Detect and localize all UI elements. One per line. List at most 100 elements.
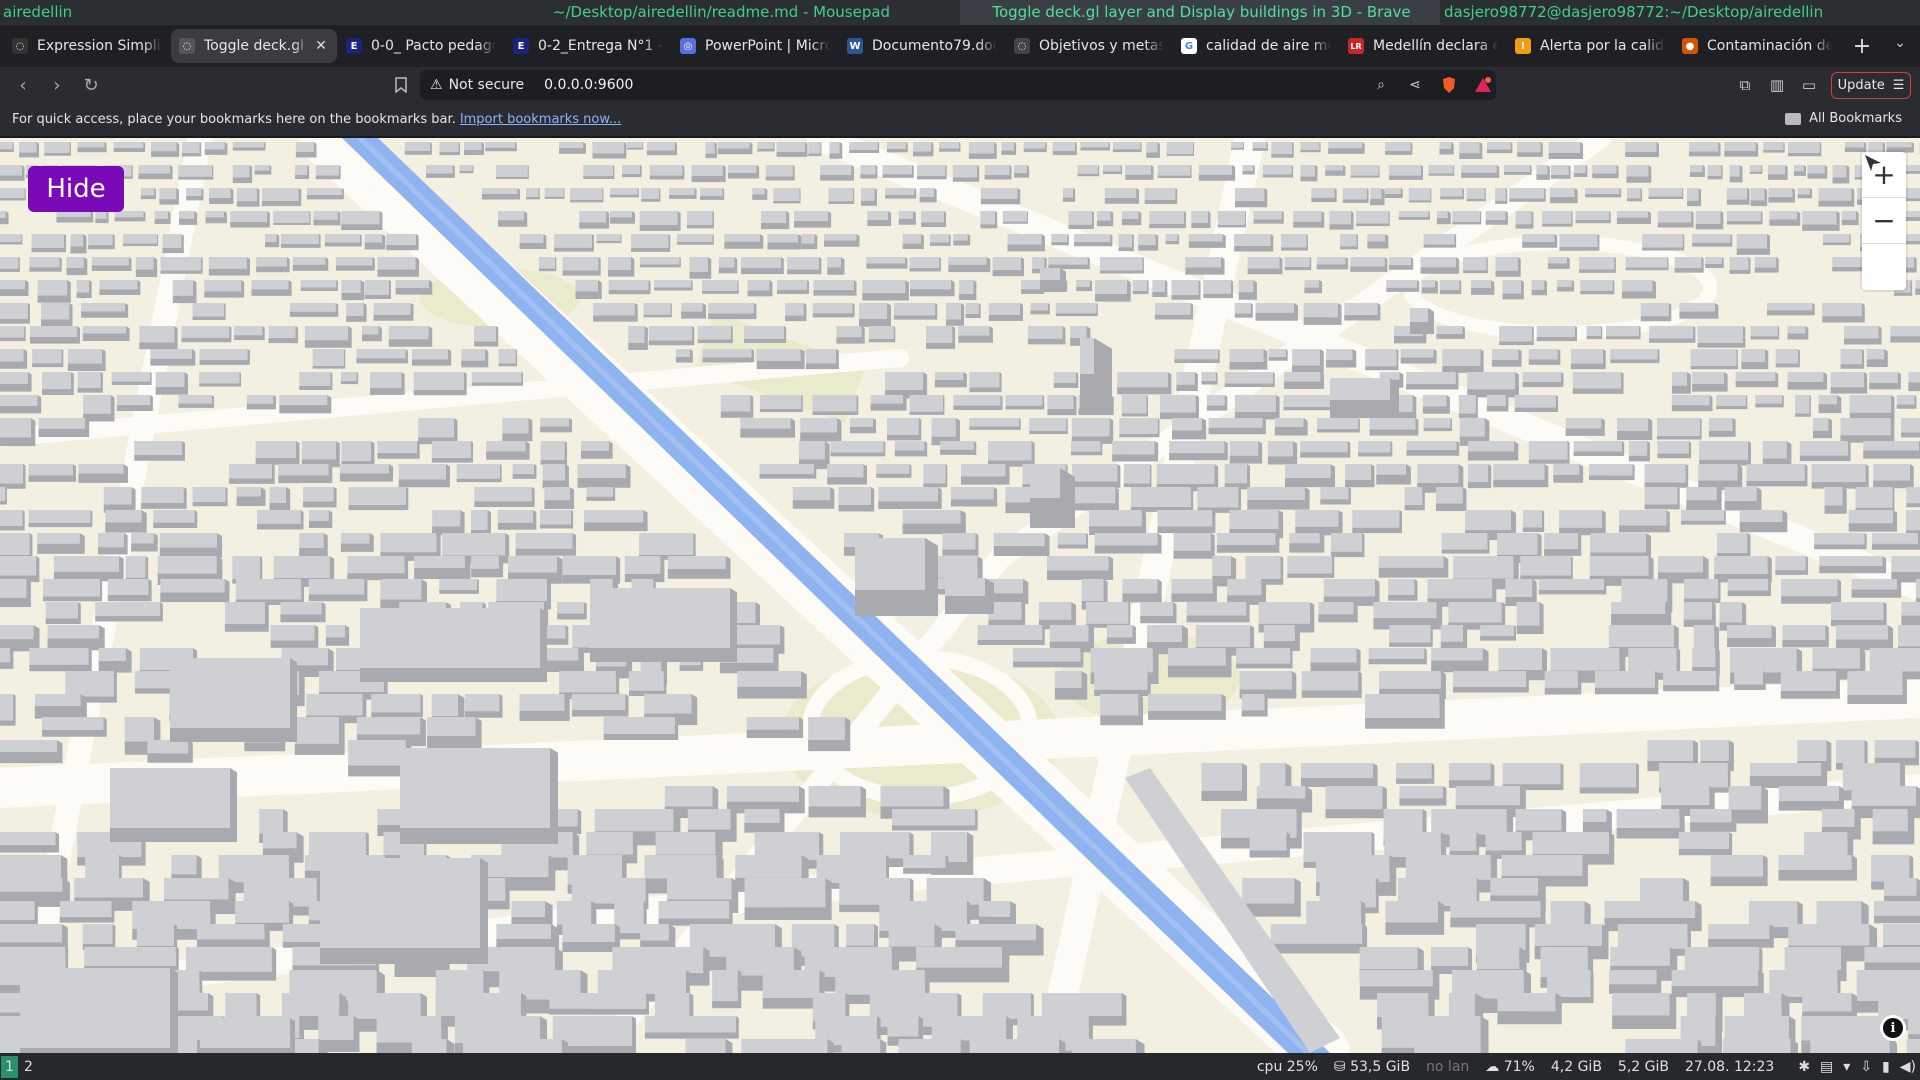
building xyxy=(1450,901,1546,928)
building xyxy=(300,280,338,291)
tab-9[interactable]: ! Alerta por la calidad xyxy=(1507,29,1673,63)
wifi-icon[interactable]: ▾ xyxy=(1843,1059,1850,1075)
building xyxy=(1236,648,1293,669)
building xyxy=(20,968,178,1053)
building xyxy=(1171,418,1207,440)
building xyxy=(1466,188,1486,202)
building xyxy=(279,395,332,414)
building xyxy=(1303,303,1342,325)
extensions-icon[interactable]: ⧉ xyxy=(1732,73,1758,97)
building xyxy=(959,280,977,300)
map-viewport[interactable]: Hide + − i xyxy=(0,138,1920,1053)
zoom-icon[interactable]: ⌕ xyxy=(1370,75,1392,95)
brave-rewards-icon[interactable] xyxy=(1472,75,1494,95)
window-title-mousepad[interactable]: ~/Desktop/airedellin/readme.md - Mousepa… xyxy=(480,0,960,25)
building xyxy=(1582,809,1612,834)
building xyxy=(717,142,753,155)
building xyxy=(909,280,955,297)
building xyxy=(1071,418,1114,444)
tab-strip: ◌ Expression Simplifier ◌ Toggle deck.gl la… xyxy=(0,25,1920,67)
building xyxy=(1848,510,1898,532)
window-title-brave[interactable]: Toggle deck.gl layer and Display buildin… xyxy=(960,0,1440,25)
building xyxy=(929,234,951,246)
building xyxy=(1344,303,1381,321)
chevron-right-icon: › xyxy=(53,74,61,96)
building xyxy=(838,487,875,512)
window-title-shell[interactable]: dasjero98772@dasjero98772:~/Desktop/aire… xyxy=(1440,0,1920,25)
clipboard-icon[interactable]: ▤ xyxy=(1820,1059,1833,1075)
building xyxy=(593,303,638,322)
tab-0[interactable]: ◌ Expression Simplifier xyxy=(4,29,170,63)
building xyxy=(1531,280,1547,296)
attribution-info-button[interactable]: i xyxy=(1880,1015,1906,1041)
tab-10[interactable]: ● Contaminación del xyxy=(1674,29,1840,63)
building xyxy=(1559,510,1606,536)
workspace-1[interactable]: 1 xyxy=(1,1055,18,1078)
building xyxy=(474,487,535,508)
building xyxy=(1441,533,1490,554)
building xyxy=(1404,487,1425,511)
close-tab-icon[interactable]: ✕ xyxy=(313,38,329,54)
sidebar-icon[interactable]: ▥ xyxy=(1764,73,1790,97)
tab-4[interactable]: ◎ PowerPoint | Microsoft xyxy=(672,29,838,63)
zoom-out-button[interactable]: − xyxy=(1862,198,1906,244)
building xyxy=(1048,257,1090,270)
building xyxy=(1580,280,1615,295)
compass-button[interactable] xyxy=(1862,155,1906,290)
building xyxy=(624,556,665,583)
tab-1[interactable]: ◌ Toggle deck.gl layer✕ xyxy=(171,29,337,63)
map-3d-scene[interactable] xyxy=(0,138,1920,1053)
building xyxy=(135,257,158,277)
all-bookmarks-label: All Bookmarks xyxy=(1809,111,1902,126)
tab-3[interactable]: E 0-2_Entrega N°1 - A xyxy=(505,29,671,63)
building xyxy=(708,303,757,320)
building xyxy=(544,487,575,510)
update-button[interactable]: Update ☰ xyxy=(1831,72,1911,99)
back-button[interactable]: ‹ xyxy=(6,70,40,100)
brave-shields-icon[interactable] xyxy=(1438,75,1460,95)
security-label[interactable]: Not secure xyxy=(449,77,525,93)
hide-button[interactable]: Hide xyxy=(28,166,124,212)
updates-icon[interactable]: ⇩ xyxy=(1860,1059,1872,1075)
tab-7[interactable]: Gcalidad de aire medellín xyxy=(1173,29,1339,63)
building xyxy=(992,257,1025,277)
tab-2[interactable]: E 0-0_ Pacto pedagógico xyxy=(338,29,504,63)
share-icon[interactable]: ⋖ xyxy=(1404,75,1426,95)
building xyxy=(1330,378,1399,418)
url-text[interactable]: 0.0.0.0:9600 xyxy=(544,77,633,93)
all-bookmarks-button[interactable]: All Bookmarks xyxy=(1785,111,1902,126)
building xyxy=(1467,372,1519,398)
address-bar[interactable]: ⚠ Not secure 0.0.0.0:9600 ⌕ ⋖ xyxy=(420,70,1496,100)
tab-5[interactable]: W Documento79.docx xyxy=(839,29,1005,63)
bookmark-button[interactable] xyxy=(384,70,418,100)
forward-button[interactable]: › xyxy=(40,70,74,100)
reload-button[interactable]: ↻ xyxy=(74,70,108,100)
building xyxy=(1688,142,1721,157)
building xyxy=(1505,579,1537,606)
building xyxy=(540,418,572,433)
building xyxy=(1169,441,1228,461)
building xyxy=(1746,464,1808,487)
building xyxy=(526,188,540,200)
building xyxy=(1428,165,1455,176)
building xyxy=(1585,188,1622,198)
battery-icon[interactable]: ▮ xyxy=(1882,1059,1890,1075)
bluetooth-icon[interactable]: ✱ xyxy=(1798,1059,1810,1075)
tab-6[interactable]: ◌ Objetivos y metas de xyxy=(1006,29,1172,63)
building xyxy=(1300,142,1321,153)
window-title-terminal[interactable]: airedellin xyxy=(0,0,480,25)
import-bookmarks-link[interactable]: Import bookmarks now... xyxy=(460,112,621,127)
new-tab-button[interactable]: + xyxy=(1847,31,1877,61)
tab-search-icon[interactable]: ⌄ xyxy=(1894,35,1906,51)
building xyxy=(608,280,651,295)
memory-total: 5,2 GiB xyxy=(1617,1058,1669,1075)
volume-icon[interactable]: ◀) xyxy=(1900,1059,1916,1075)
tab-8[interactable]: LR Medellín declara es xyxy=(1340,29,1506,63)
building xyxy=(140,188,157,200)
building xyxy=(151,142,180,157)
wallet-icon[interactable]: ▭ xyxy=(1796,73,1822,97)
building xyxy=(1012,648,1084,668)
building xyxy=(1863,441,1920,459)
workspace-2[interactable]: 2 xyxy=(20,1056,37,1078)
building xyxy=(232,142,266,151)
